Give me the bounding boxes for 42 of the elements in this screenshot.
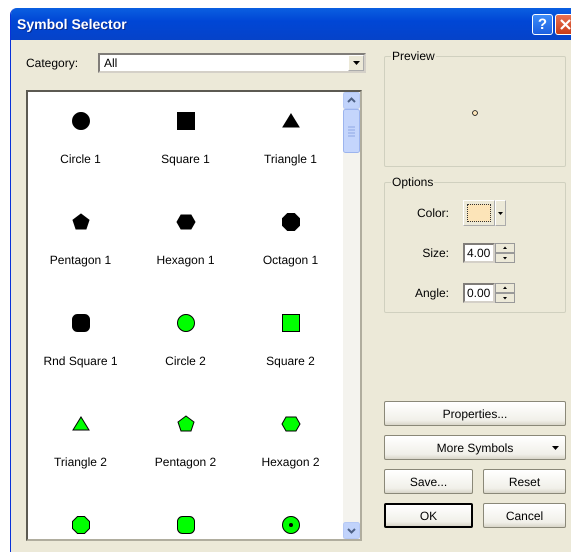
scroll-thumb[interactable] [343,109,360,153]
caret-icon [498,212,503,214]
angle-label: Angle: [414,286,450,300]
scroll-up-button[interactable] [343,92,360,109]
help-button[interactable]: ? [532,14,553,34]
caret-icon [552,446,559,450]
window-title: Symbol Selector [17,16,128,32]
dialog-button[interactable]: More Symbols [384,435,566,460]
symbol-item[interactable]: Circle 2 [133,294,238,395]
scrollbar[interactable] [343,92,360,539]
dialog-button[interactable]: Properties... [384,401,566,426]
size-label: Size: [421,246,450,260]
symbol-item[interactable]: Hexagon 2 [238,395,343,496]
symbol-item[interactable]: Octagon 1 [238,193,343,294]
symbol-item[interactable]: Triangle 1 [238,92,343,193]
size-field[interactable]: 4.00 [463,243,495,263]
symbol-item[interactable]: Square 1 [133,92,238,193]
symbol-item[interactable]: Circle 1 [28,92,133,193]
color-picker-button[interactable] [463,200,495,226]
symbol-item[interactable]: Pentagon 1 [28,193,133,294]
spinner-arrows-icon[interactable] [495,243,515,263]
color-dropdown-button[interactable] [495,200,506,226]
category-label: Category: [26,56,80,70]
symbol-item[interactable]: Rnd Square 1 [28,294,133,395]
category-dropdown[interactable]: All [98,53,366,73]
symbol-item[interactable]: Square 2 [238,294,343,395]
preview-title: Preview [391,49,436,63]
symbol-item[interactable]: Triangle 2 [28,395,133,496]
options-title: Options [391,175,434,189]
scroll-down-button[interactable] [343,522,360,539]
caret-icon [352,61,360,65]
dialog-button[interactable]: Reset [483,469,566,494]
preview-symbol-icon [472,110,478,116]
symbol-item[interactable]: Hexagon 1 [133,193,238,294]
angle-field[interactable]: 0.00 [463,283,495,303]
symbol-item[interactable]: Pentagon 2 [133,395,238,496]
close-button[interactable] [555,14,571,34]
dialog-button[interactable]: Cancel [483,503,566,528]
color-label: Color: [416,206,450,220]
spinner-arrows-icon[interactable] [495,283,515,303]
dialog-button[interactable]: Save... [384,469,473,494]
dialog-button[interactable]: OK [384,503,473,528]
